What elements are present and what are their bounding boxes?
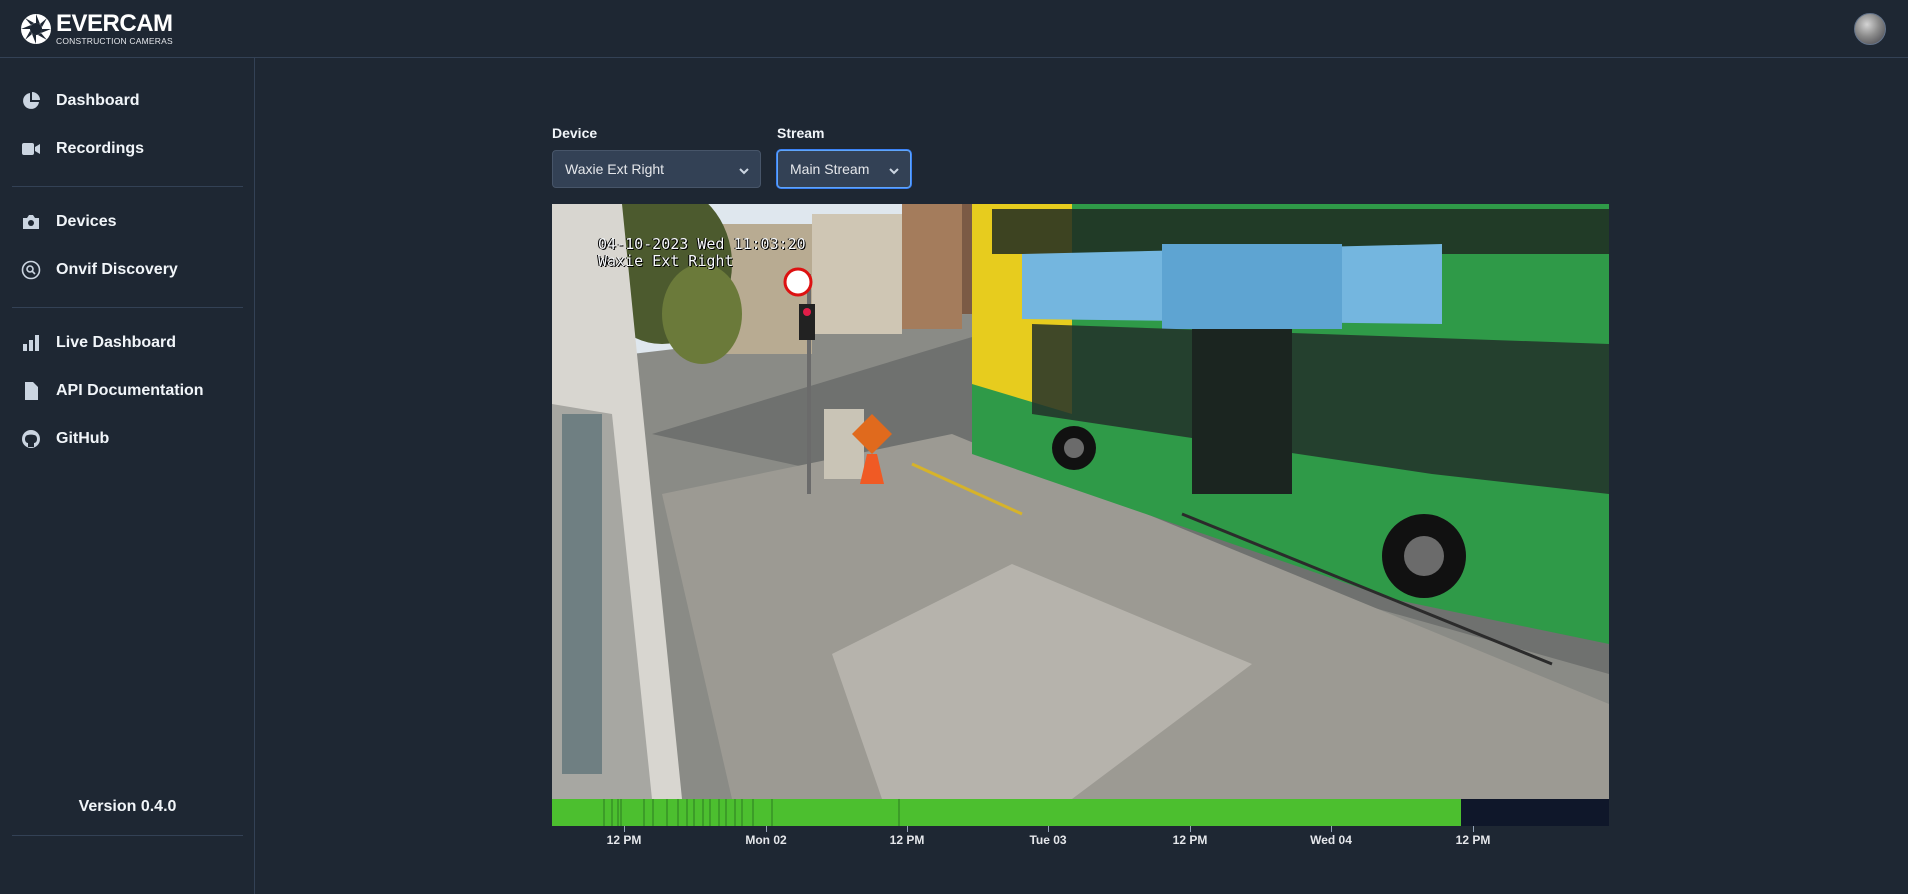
osd-datetime: 04-10-2023 Wed 11:03:20 bbox=[598, 235, 806, 253]
timeline-tick-label: 12 PM bbox=[1172, 833, 1208, 847]
video-timestamp-overlay: 04-10-2023 Wed 11:03:20 Waxie Ext Right bbox=[598, 236, 806, 270]
timeline-tick-mark bbox=[1473, 826, 1474, 832]
timeline-tick-mark bbox=[766, 826, 767, 832]
sidebar-item-label: API Documentation bbox=[56, 382, 204, 399]
version-label: Version 0.4.0 bbox=[78, 798, 177, 815]
timeline-tick-label: 12 PM bbox=[889, 833, 925, 847]
timeline-tick-label: 12 PM bbox=[606, 833, 642, 847]
timeline-tick-mark bbox=[907, 826, 908, 832]
camera-live-view[interactable]: 04-10-2023 Wed 11:03:20 Waxie Ext Right bbox=[552, 204, 1609, 799]
timeline-tick-label: 12 PM bbox=[1455, 833, 1491, 847]
chevron-down-icon bbox=[888, 164, 900, 176]
github-icon bbox=[20, 428, 42, 450]
evercam-logo[interactable]: EVERCAM CONSTRUCTION CAMERAS bbox=[20, 12, 173, 46]
aperture-logo-icon bbox=[21, 13, 51, 44]
camera-icon bbox=[20, 211, 42, 233]
timeline-tick-mark bbox=[624, 826, 625, 832]
pie-chart-icon bbox=[20, 90, 42, 112]
footer-divider bbox=[12, 835, 243, 836]
nav-divider bbox=[12, 186, 243, 187]
stream-select-value: Main Stream bbox=[790, 161, 870, 177]
sidebar-item-label: Live Dashboard bbox=[56, 334, 177, 351]
recording-timeline[interactable] bbox=[552, 799, 1609, 826]
osd-camera-name: Waxie Ext Right bbox=[598, 252, 734, 270]
camera-frame-image bbox=[552, 204, 1609, 799]
sidebar-item-onvif-discovery[interactable]: Onvif Discovery bbox=[20, 256, 178, 284]
sidebar-item-devices[interactable]: Devices bbox=[20, 208, 117, 236]
timeline-tick-mark bbox=[1190, 826, 1191, 832]
sidebar-item-label: Onvif Discovery bbox=[56, 261, 178, 278]
timeline-tick-label: Tue 03 bbox=[1029, 833, 1067, 847]
sidebar-item-label: Recordings bbox=[56, 140, 145, 157]
timeline-tick-label: Wed 04 bbox=[1310, 833, 1352, 847]
top-bar: EVERCAM CONSTRUCTION CAMERAS bbox=[0, 0, 1908, 58]
device-select[interactable]: Waxie Ext Right bbox=[552, 150, 761, 188]
device-select-value: Waxie Ext Right bbox=[565, 161, 665, 177]
logo-title: EVERCAM bbox=[56, 10, 173, 37]
video-camera-icon bbox=[20, 138, 42, 160]
sidebar-item-label: Dashboard bbox=[56, 92, 140, 109]
bar-chart-icon bbox=[20, 332, 42, 354]
document-icon bbox=[20, 380, 42, 402]
logo-subtitle: CONSTRUCTION CAMERAS bbox=[56, 36, 173, 46]
user-avatar-icon[interactable] bbox=[1854, 13, 1886, 45]
nav-divider bbox=[12, 307, 243, 308]
sidebar-item-api-documentation[interactable]: API Documentation bbox=[20, 377, 204, 405]
stream-label: Stream bbox=[777, 125, 825, 141]
sidebar-item-label: GitHub bbox=[56, 430, 110, 447]
search-circle-icon bbox=[20, 259, 42, 281]
sidebar-item-label: Devices bbox=[56, 213, 117, 230]
sidebar-item-recordings[interactable]: Recordings bbox=[20, 135, 144, 163]
recording-gap-markers bbox=[603, 799, 900, 826]
timeline-tick-label: Mon 02 bbox=[745, 833, 787, 847]
timeline-tick-mark bbox=[1331, 826, 1332, 832]
timeline-tick-mark bbox=[1048, 826, 1049, 832]
device-label: Device bbox=[552, 125, 598, 141]
sidebar: Dashboard Recordings Devices Onvif Disco… bbox=[0, 58, 255, 894]
sidebar-item-live-dashboard[interactable]: Live Dashboard bbox=[20, 329, 176, 357]
chevron-down-icon bbox=[738, 164, 750, 176]
sidebar-item-dashboard[interactable]: Dashboard bbox=[20, 87, 140, 115]
stream-select[interactable]: Main Stream bbox=[777, 150, 911, 188]
sidebar-item-github[interactable]: GitHub bbox=[20, 425, 109, 453]
